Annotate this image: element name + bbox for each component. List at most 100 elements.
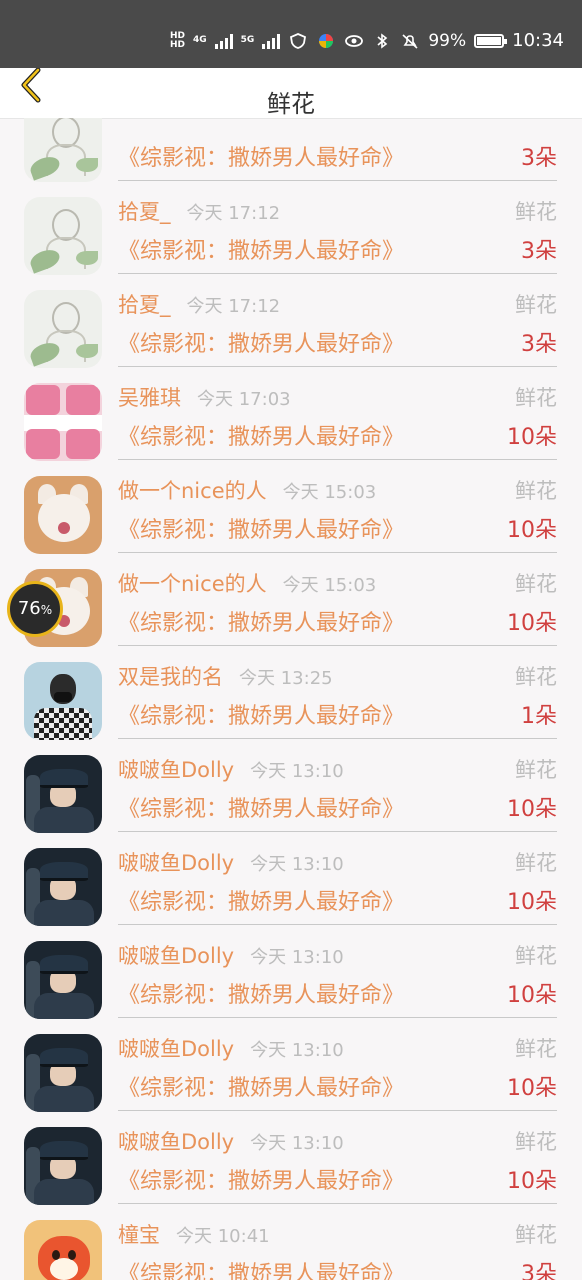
work-title-link[interactable]: 《综影视：撒娇男人最好命》 — [118, 326, 404, 358]
divider — [118, 645, 557, 646]
flower-count: 10朵 — [507, 518, 557, 543]
avatar[interactable] — [24, 1220, 102, 1280]
divider — [118, 180, 557, 181]
avatar[interactable] — [24, 476, 102, 554]
timestamp: 今天 17:03 — [197, 389, 291, 410]
user-name[interactable]: 吴雅琪 — [118, 386, 181, 410]
list-item[interactable]: 拾夏_ 今天 17:12 鲜花《综影视：撒娇男人最好命》 3朵 — [0, 278, 582, 371]
user-name[interactable]: 双是我的名 — [118, 665, 223, 689]
flower-count: 10朵 — [507, 890, 557, 915]
row-user-block — [118, 118, 134, 127]
battery-icon — [474, 33, 508, 48]
work-title-link[interactable]: 《综影视：撒娇男人最好命》 — [118, 1256, 404, 1280]
avatar[interactable] — [24, 1034, 102, 1112]
signal-icon — [214, 33, 233, 49]
timestamp: 今天 17:12 — [186, 203, 281, 224]
row-user-block: 吴雅琪 今天 17:03 — [118, 382, 291, 412]
flower-count: 3朵 — [521, 146, 557, 171]
eye-icon — [345, 34, 364, 47]
floating-progress-badge[interactable]: 76% — [7, 581, 63, 637]
list-item[interactable]: 《综影视：撒娇男人最好命》 3朵 — [0, 118, 582, 185]
flower-count: 10朵 — [507, 797, 557, 822]
work-title-link[interactable]: 《综影视：撒娇男人最好命》 — [118, 605, 404, 637]
avatar[interactable] — [24, 848, 102, 926]
flower-record-list[interactable]: 《综影视：撒娇男人最好命》 3朵 拾夏_ 今天 17:12 鲜花 《综影视：撒娇男人最好命… — [0, 118, 582, 1280]
list-item[interactable]: 啵啵鱼Dolly 今天 13:10 鲜花 《综影视：撒娇男人最好命》 10朵 — [0, 743, 582, 836]
user-name[interactable]: 啵啵鱼Dolly — [118, 944, 234, 968]
avatar[interactable] — [24, 941, 102, 1019]
row-user-block: 做一个nice的人 今天 15:03 — [118, 568, 376, 598]
gift-type: 鲜花 — [515, 758, 557, 782]
list-item[interactable]: 啵啵鱼Dolly 今天 13:10 鲜花 《综影视：撒娇男人最好命》 10朵 — [0, 836, 582, 929]
shield-icon — [290, 32, 307, 49]
gift-type: 鲜花 — [515, 200, 557, 224]
user-name[interactable]: 拾夏_ — [118, 200, 171, 224]
gift-type: 鲜花 — [515, 293, 557, 317]
gift-type: 鲜花 — [515, 851, 557, 875]
hd-label-2: HD — [170, 39, 186, 50]
work-title-link[interactable]: 《综影视：撒娇男人最好命》 — [118, 233, 404, 265]
user-name[interactable]: 啵啵鱼Dolly — [118, 851, 234, 875]
list-item[interactable]: 拾夏_ 今天 17:12 鲜花《综影视：撒娇男人最好命》 3朵 — [0, 185, 582, 278]
work-title-link[interactable]: 《综影视：撒娇男人最好命》 — [118, 140, 404, 172]
flower-count: 3朵 — [521, 239, 557, 264]
user-name[interactable]: 做一个nice的人 — [118, 572, 267, 596]
avatar[interactable] — [24, 118, 102, 182]
list-item[interactable]: 做一个nice的人 今天 15:03 鲜花 《综影视：撒娇男人最好命》 10朵 — [0, 557, 582, 650]
timestamp: 今天 10:41 — [176, 1226, 270, 1247]
row-user-block: 拾夏_ 今天 17:12 — [118, 196, 280, 226]
user-name[interactable]: 拾夏_ — [118, 293, 171, 317]
gift-type: 鲜花 — [515, 386, 557, 410]
avatar[interactable] — [24, 383, 102, 461]
avatar[interactable] — [24, 290, 102, 368]
list-item[interactable]: 双是我的名 今天 13:25 鲜花《综影视：撒娇男人最好命》 1朵 — [0, 650, 582, 743]
user-name[interactable]: 啵啵鱼Dolly — [118, 1130, 234, 1154]
list-item[interactable]: 吴雅琪 今天 17:03 鲜花《综影视：撒娇男人最好命》 10朵 — [0, 371, 582, 464]
work-title-link[interactable]: 《综影视：撒娇男人最好命》 — [118, 512, 404, 544]
avatar[interactable] — [24, 1127, 102, 1205]
user-name[interactable]: 啵啵鱼Dolly — [118, 758, 234, 782]
avatar[interactable] — [24, 662, 102, 740]
work-title-link[interactable]: 《综影视：撒娇男人最好命》 — [118, 698, 404, 730]
work-title-link[interactable]: 《综影视：撒娇男人最好命》 — [118, 1070, 404, 1102]
list-item[interactable]: 做一个nice的人 今天 15:03 鲜花《综影视：撒娇男人最好命》 10朵 — [0, 464, 582, 557]
bluetooth-icon — [377, 32, 388, 49]
clock: 10:34 — [512, 30, 564, 51]
nav-bar: 鲜花 — [0, 68, 582, 119]
row-user-block: 啵啵鱼Dolly 今天 13:10 — [118, 1126, 344, 1156]
avatar[interactable] — [24, 755, 102, 833]
user-name[interactable]: 啵啵鱼Dolly — [118, 1037, 234, 1061]
flower-count: 10朵 — [507, 1169, 557, 1194]
gift-type: 鲜花 — [515, 665, 557, 689]
divider — [118, 1203, 557, 1204]
battery-fill — [477, 36, 501, 45]
badge-value: 76 — [17, 598, 41, 619]
flower-count: 10朵 — [507, 425, 557, 450]
timestamp: 今天 13:10 — [250, 947, 344, 968]
row-user-block: 拾夏_ 今天 17:12 — [118, 289, 280, 319]
avatar[interactable] — [24, 197, 102, 275]
network-label-5g: 5G — [240, 35, 255, 45]
work-title-link[interactable]: 《综影视：撒娇男人最好命》 — [118, 419, 404, 451]
work-title-link[interactable]: 《综影视：撒娇男人最好命》 — [118, 1163, 404, 1195]
flower-count: 3朵 — [521, 332, 557, 357]
list-item[interactable]: 橦宝 今天 10:41 鲜花 《综影视：撒娇男人最好命》 3朵 — [0, 1208, 582, 1280]
timestamp: 今天 13:25 — [239, 668, 333, 689]
work-title-link[interactable]: 《综影视：撒娇男人最好命》 — [118, 791, 404, 823]
timestamp: 今天 15:03 — [282, 482, 377, 503]
divider — [118, 366, 557, 367]
list-item[interactable]: 啵啵鱼Dolly 今天 13:10 鲜花 《综影视：撒娇男人最好命》 10朵 — [0, 1022, 582, 1115]
work-title-link[interactable]: 《综影视：撒娇男人最好命》 — [118, 977, 404, 1009]
gift-type: 鲜花 — [515, 479, 557, 503]
list-item[interactable]: 啵啵鱼Dolly 今天 13:10 鲜花 《综影视：撒娇男人最好命》 10朵 — [0, 929, 582, 1022]
signal-icon-2 — [262, 33, 281, 49]
status-bar: HD HD 4G 5G 99% 10:34 — [0, 0, 582, 68]
list-item[interactable]: 啵啵鱼Dolly 今天 13:10 鲜花 《综影视：撒娇男人最好命》 10朵 — [0, 1115, 582, 1208]
flower-count: 1朵 — [521, 704, 557, 729]
network-label-4g: 4G — [193, 35, 207, 45]
gift-type: 鲜花 — [515, 944, 557, 968]
work-title-link[interactable]: 《综影视：撒娇男人最好命》 — [118, 884, 404, 916]
user-name[interactable]: 做一个nice的人 — [118, 479, 267, 503]
divider — [118, 552, 557, 553]
user-name[interactable]: 橦宝 — [118, 1223, 160, 1247]
